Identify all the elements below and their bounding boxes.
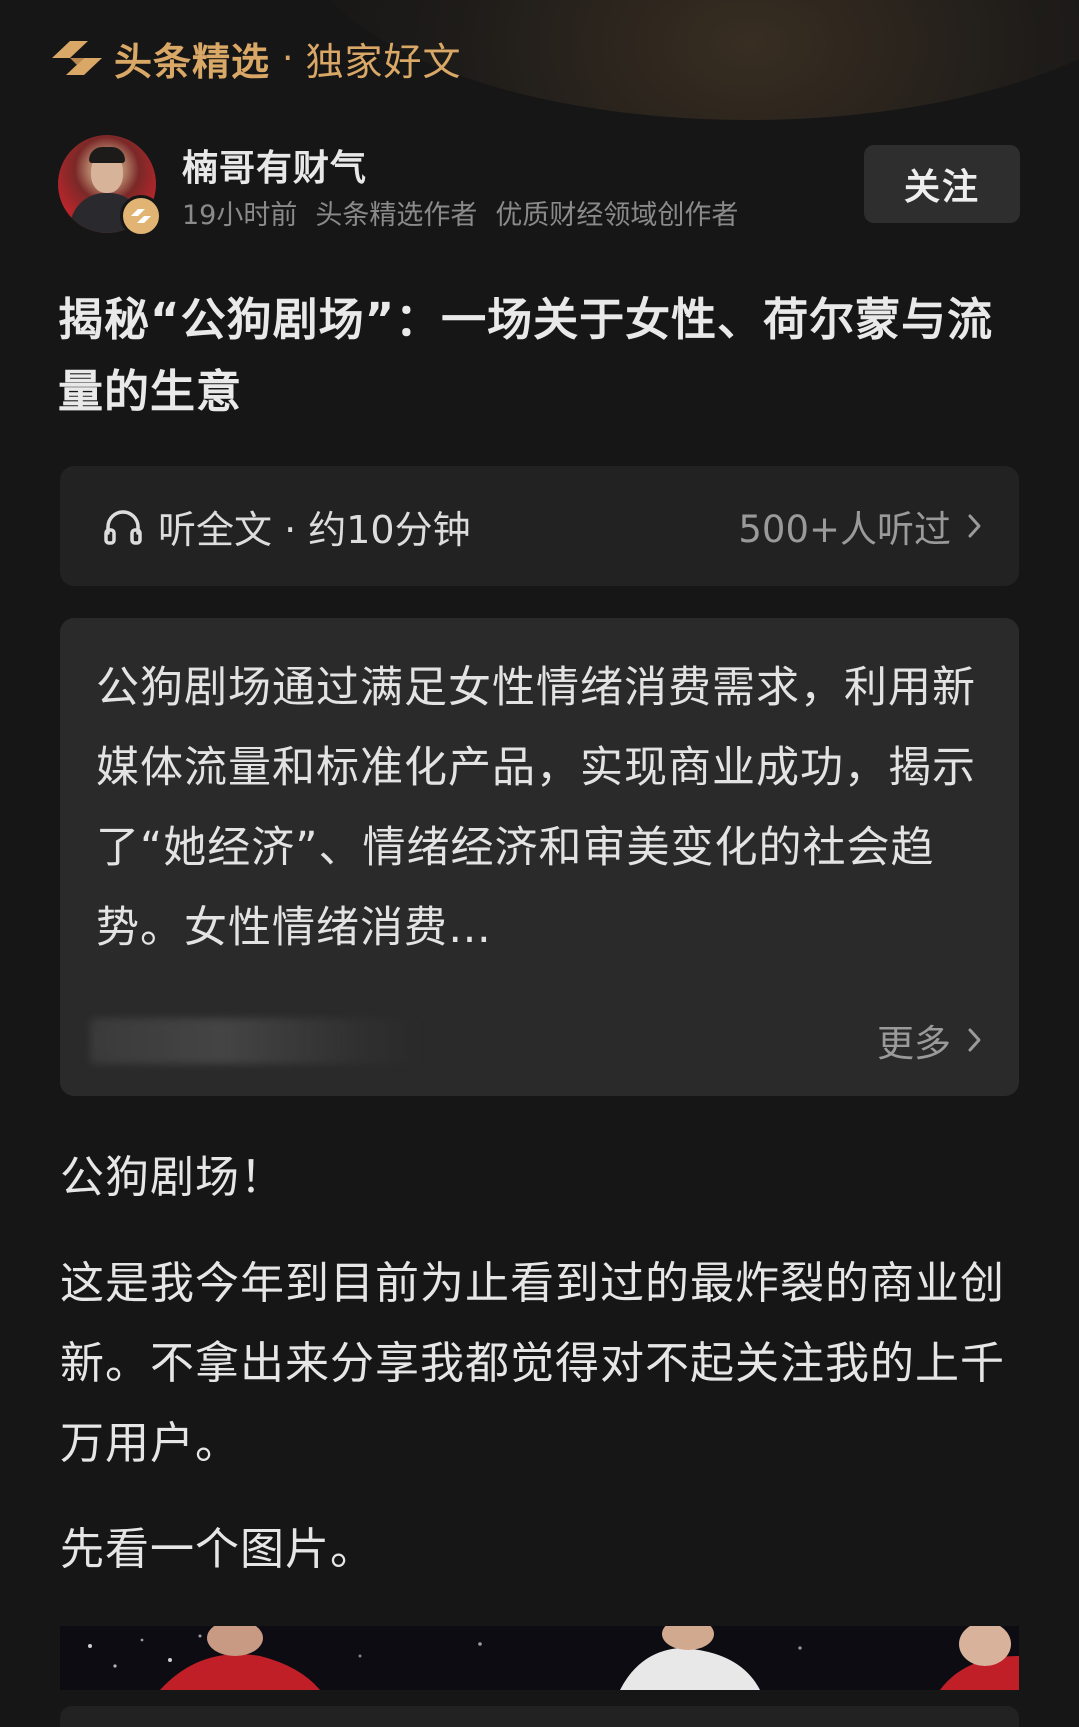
article-image-preview bbox=[60, 1626, 1019, 1690]
author-row: 楠哥有财气 19小时前 头条精选作者 优质财经领域创作者 关注 bbox=[58, 135, 1020, 237]
body-paragraph-3: 先看一个图片。 bbox=[60, 1524, 375, 1575]
listen-full-text-bar[interactable]: 听全文 · 约10分钟 500+人听过 bbox=[60, 466, 1019, 586]
header: 头条精选 · 独家好文 bbox=[48, 30, 461, 86]
article-page: 头条精选 · 独家好文 楠哥有财气 19小时前 头条精选作者 优质财经领域创作者 关… bbox=[0, 0, 1079, 1727]
chevron-right-icon bbox=[968, 1028, 981, 1052]
article-title: 揭秘“公狗剧场”：一场关于女性、荷尔蒙与流量的生意 bbox=[58, 293, 994, 418]
listen-label: 听全文 · 约10分钟 bbox=[158, 507, 471, 552]
more-label: 更多 bbox=[877, 1022, 951, 1065]
bottom-action-bar bbox=[60, 1706, 1019, 1727]
chevron-right-icon bbox=[968, 514, 981, 538]
headphones-icon bbox=[104, 510, 142, 545]
ai-summary-card[interactable]: 公狗剧场通过满足女性情绪消费需求，利用新媒体流量和标准化产品，实现商业成功，揭示… bbox=[60, 618, 1019, 1096]
toutiao-logo-icon bbox=[52, 41, 102, 75]
summary-more-link[interactable]: 更多 bbox=[877, 1012, 983, 1068]
body-paragraph-1: 公狗剧场！ bbox=[60, 1152, 285, 1203]
brand-subtitle: 独家好文 bbox=[305, 39, 462, 84]
author-meta: 19小时前 头条精选作者 优质财经领域创作者 bbox=[182, 193, 756, 232]
listen-right: 500+人听过 bbox=[738, 466, 983, 586]
blurred-summary-tail bbox=[90, 1018, 420, 1064]
brand-separator: · bbox=[282, 37, 294, 79]
summary-text: 公狗剧场通过满足女性情绪消费需求，利用新媒体流量和标准化产品，实现商业成功，揭示… bbox=[96, 663, 976, 953]
verified-badge-icon bbox=[120, 195, 162, 237]
follow-button[interactable]: 关注 bbox=[864, 145, 1020, 223]
author-badge-selected: 头条精选作者 bbox=[315, 200, 478, 231]
author-name[interactable]: 楠哥有财气 bbox=[182, 139, 367, 191]
brand-name: 头条精选 bbox=[114, 39, 271, 84]
author-badge-finance: 优质财经领域创作者 bbox=[495, 200, 739, 231]
listen-left: 听全文 · 约10分钟 bbox=[102, 466, 471, 586]
body-paragraph-2: 这是我今年到目前为止看到过的最炸裂的商业创新。不拿出来分享我都觉得对不起关注我的… bbox=[60, 1258, 1005, 1469]
listen-count: 500+人听过 bbox=[738, 508, 951, 551]
avatar-hair bbox=[89, 147, 125, 163]
article-image[interactable] bbox=[60, 1626, 1019, 1690]
publish-time: 19小时前 bbox=[182, 200, 298, 231]
